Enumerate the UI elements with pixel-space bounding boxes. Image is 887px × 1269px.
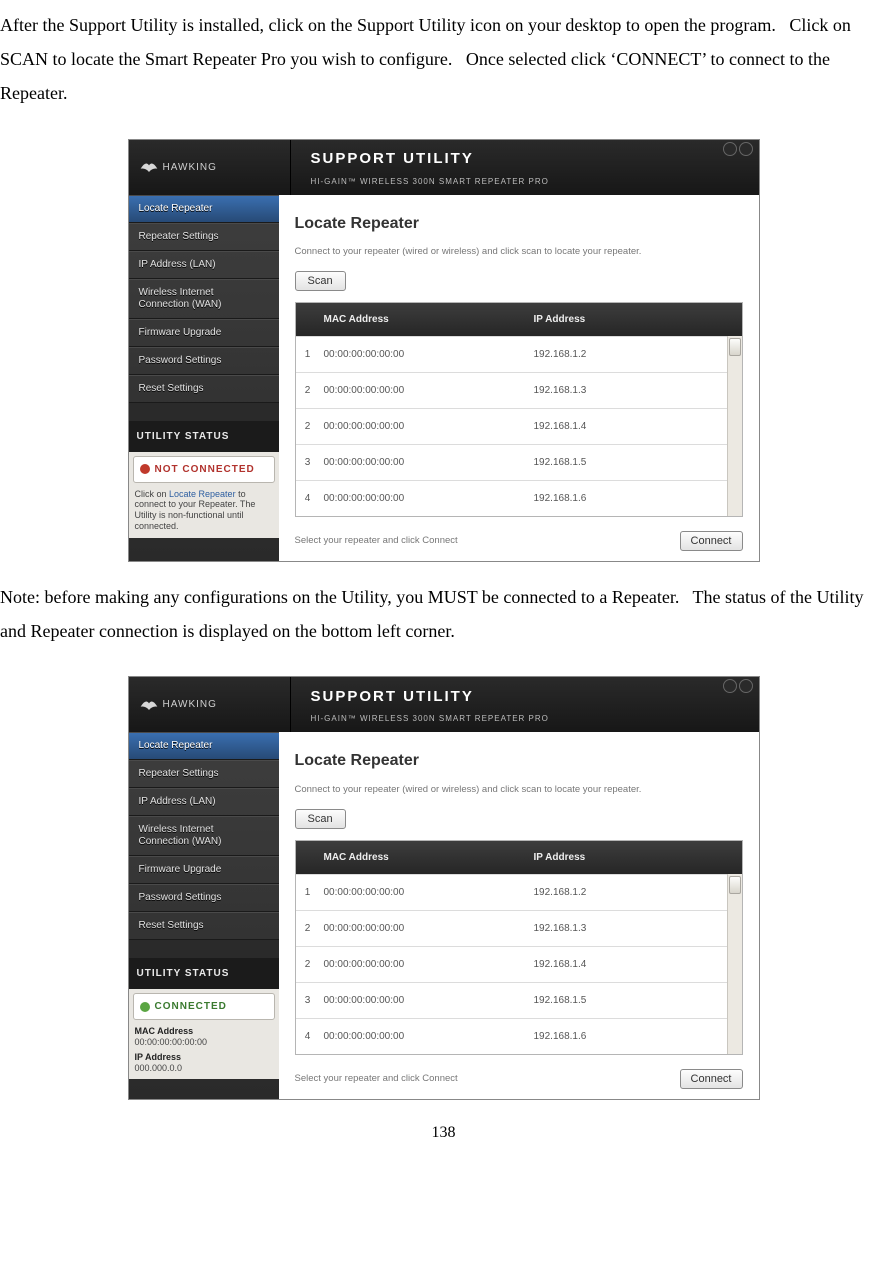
table-row[interactable]: 2 00:00:00:00:00:00 192.168.1.3 <box>296 372 742 408</box>
doc-paragraph-2: Note: before making any configurations o… <box>0 580 887 648</box>
table-row[interactable]: 2 00:00:00:00:00:00 192.168.1.4 <box>296 946 742 982</box>
sidebar-item-locate-repeater[interactable]: Locate Repeater <box>129 195 279 223</box>
utility-status: UTILITY STATUS CONNECTED MAC Address 00:… <box>129 958 279 1079</box>
app-header: HAWKING SUPPORT UTILITY HI-GAIN™ WIRELES… <box>129 140 759 195</box>
utility-status: UTILITY STATUS NOT CONNECTED Click on Lo… <box>129 421 279 538</box>
panel-subtitle: Connect to your repeater (wired or wirel… <box>295 781 743 799</box>
sidebar-item-firmware-upgrade[interactable]: Firmware Upgrade <box>129 319 279 347</box>
scan-button[interactable]: Scan <box>295 271 346 291</box>
app-header: HAWKING SUPPORT UTILITY HI-GAIN™ WIRELES… <box>129 677 759 732</box>
sidebar-item-ip-address-lan[interactable]: IP Address (LAN) <box>129 788 279 816</box>
status-dot-icon <box>140 464 150 474</box>
close-icon[interactable] <box>739 679 753 693</box>
sidebar-item-reset-settings[interactable]: Reset Settings <box>129 375 279 403</box>
table-header: MAC Address IP Address <box>296 841 742 874</box>
sidebar-item-repeater-settings[interactable]: Repeater Settings <box>129 760 279 788</box>
status-pill-connected: CONNECTED <box>133 993 275 1020</box>
utility-status-title: UTILITY STATUS <box>129 421 279 452</box>
hawk-icon <box>139 159 159 175</box>
repeater-table: MAC Address IP Address 1 00:00:00:00:00:… <box>295 840 743 1055</box>
app-subtitle: HI-GAIN™ WIRELESS 300N SMART REPEATER PR… <box>311 174 759 189</box>
scrollbar-thumb[interactable] <box>729 876 741 894</box>
doc-paragraph-1: After the Support Utility is installed, … <box>0 8 887 111</box>
status-label: CONNECTED <box>155 997 227 1016</box>
brand: HAWKING <box>129 140 291 195</box>
sidebar-item-ip-address-lan[interactable]: IP Address (LAN) <box>129 251 279 279</box>
connect-hint: Select your repeater and click Connect <box>295 532 458 550</box>
col-mac: MAC Address <box>320 303 530 336</box>
col-ip: IP Address <box>530 841 726 874</box>
status-note: Click on Locate Repeater to connect to y… <box>129 487 279 534</box>
table-row[interactable]: 4 00:00:00:00:00:00 192.168.1.6 <box>296 1018 742 1054</box>
window-controls <box>723 142 753 156</box>
status-dot-icon <box>140 1002 150 1012</box>
sidebar-item-firmware-upgrade[interactable]: Firmware Upgrade <box>129 856 279 884</box>
window-controls <box>723 679 753 693</box>
table-row[interactable]: 2 00:00:00:00:00:00 192.168.1.3 <box>296 910 742 946</box>
title-cell: SUPPORT UTILITY HI-GAIN™ WIRELESS 300N S… <box>291 677 759 732</box>
brand-name: HAWKING <box>163 695 217 714</box>
utility-status-title: UTILITY STATUS <box>129 958 279 989</box>
scrollbar-thumb[interactable] <box>729 338 741 356</box>
minimize-icon[interactable] <box>723 142 737 156</box>
scrollbar[interactable] <box>727 336 742 516</box>
content-panel: Locate Repeater Connect to your repeater… <box>279 195 759 561</box>
table-row[interactable]: 4 00:00:00:00:00:00 192.168.1.6 <box>296 480 742 516</box>
status-pill-not-connected: NOT CONNECTED <box>133 456 275 483</box>
sidebar-item-wireless-wan[interactable]: Wireless Internet Connection (WAN) <box>129 816 279 856</box>
title-cell: SUPPORT UTILITY HI-GAIN™ WIRELESS 300N S… <box>291 140 759 195</box>
connect-button[interactable]: Connect <box>680 531 743 551</box>
minimize-icon[interactable] <box>723 679 737 693</box>
scan-button[interactable]: Scan <box>295 809 346 829</box>
col-ip: IP Address <box>530 303 726 336</box>
repeater-table: MAC Address IP Address 1 00:00:00:00:00:… <box>295 302 743 517</box>
app-window-connected: HAWKING SUPPORT UTILITY HI-GAIN™ WIRELES… <box>128 676 760 1099</box>
sidebar-item-repeater-settings[interactable]: Repeater Settings <box>129 223 279 251</box>
status-mac: MAC Address 00:00:00:00:00:00 <box>129 1024 279 1050</box>
table-header: MAC Address IP Address <box>296 303 742 336</box>
content-panel: Locate Repeater Connect to your repeater… <box>279 732 759 1098</box>
panel-title: Locate Repeater <box>295 209 743 239</box>
app-title: SUPPORT UTILITY <box>311 145 759 174</box>
sidebar: Locate Repeater Repeater Settings IP Add… <box>129 195 279 561</box>
status-label: NOT CONNECTED <box>155 460 255 479</box>
close-icon[interactable] <box>739 142 753 156</box>
app-subtitle: HI-GAIN™ WIRELESS 300N SMART REPEATER PR… <box>311 711 759 726</box>
connect-hint: Select your repeater and click Connect <box>295 1070 458 1088</box>
hawk-icon <box>139 697 159 713</box>
sidebar-item-reset-settings[interactable]: Reset Settings <box>129 912 279 940</box>
table-row[interactable]: 1 00:00:00:00:00:00 192.168.1.2 <box>296 874 742 910</box>
table-row[interactable]: 1 00:00:00:00:00:00 192.168.1.2 <box>296 336 742 372</box>
scrollbar[interactable] <box>727 874 742 1054</box>
brand: HAWKING <box>129 677 291 732</box>
table-row[interactable]: 3 00:00:00:00:00:00 192.168.1.5 <box>296 444 742 480</box>
sidebar-item-password-settings[interactable]: Password Settings <box>129 347 279 375</box>
sidebar: Locate Repeater Repeater Settings IP Add… <box>129 732 279 1098</box>
app-title: SUPPORT UTILITY <box>311 683 759 712</box>
panel-title: Locate Repeater <box>295 746 743 776</box>
status-note-link: Locate Repeater <box>169 489 236 499</box>
brand-name: HAWKING <box>163 158 217 177</box>
sidebar-item-locate-repeater[interactable]: Locate Repeater <box>129 732 279 760</box>
connect-button[interactable]: Connect <box>680 1069 743 1089</box>
col-mac: MAC Address <box>320 841 530 874</box>
status-ip: IP Address 000.000.0.0 <box>129 1050 279 1076</box>
app-window-not-connected: HAWKING SUPPORT UTILITY HI-GAIN™ WIRELES… <box>128 139 760 562</box>
table-row[interactable]: 2 00:00:00:00:00:00 192.168.1.4 <box>296 408 742 444</box>
table-row[interactable]: 3 00:00:00:00:00:00 192.168.1.5 <box>296 982 742 1018</box>
sidebar-item-password-settings[interactable]: Password Settings <box>129 884 279 912</box>
panel-subtitle: Connect to your repeater (wired or wirel… <box>295 243 743 261</box>
sidebar-item-wireless-wan[interactable]: Wireless Internet Connection (WAN) <box>129 279 279 319</box>
page-number: 138 <box>0 1118 887 1148</box>
